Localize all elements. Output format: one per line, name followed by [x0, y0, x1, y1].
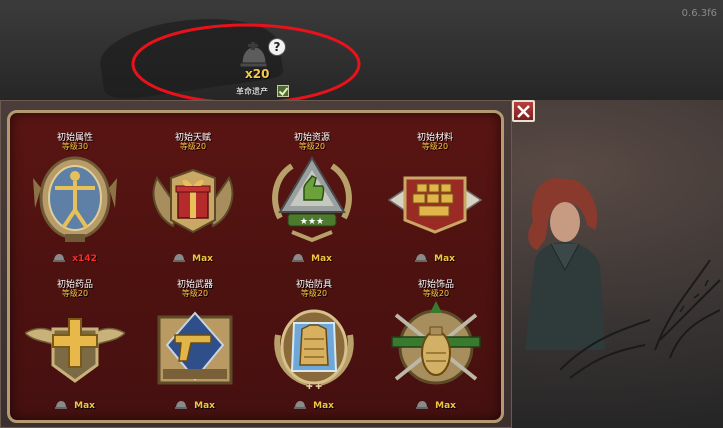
vitruvian-medal-icon [33, 156, 117, 242]
helmet-icon [415, 254, 428, 262]
card-cost: x142 [15, 248, 135, 264]
upgrade-card-accessories[interactable]: 初始饰品 等级20 Max [376, 277, 496, 417]
legacy-checkbox[interactable] [277, 85, 289, 97]
close-icon [517, 105, 530, 118]
helmet-icon [292, 254, 305, 262]
close-button[interactable] [512, 100, 535, 122]
card-cost: Max [252, 248, 372, 264]
medical-cross-medal-icon [25, 318, 125, 383]
barbed-wire-decoration [560, 319, 650, 379]
upgrade-card-armor[interactable]: 初始防具 等级20 ✚ ✚ Max [254, 277, 374, 417]
svg-text:★★★: ★★★ [300, 217, 324, 227]
upgrade-card-resources[interactable]: 初始资源 等级20 ★★★ Max [252, 130, 372, 270]
helmet-icon [294, 401, 307, 409]
gold-bars-medal-icon [387, 176, 483, 234]
gift-medal-icon [152, 168, 234, 234]
helmet-icon [53, 254, 66, 262]
pistol-medal-icon [157, 311, 233, 385]
card-cost: Max [376, 395, 496, 411]
cost-value: Max [194, 400, 215, 411]
upgrade-card-medicine[interactable]: 初始药品 等级20 Max [15, 277, 135, 417]
upgrade-card-talents[interactable]: 初始天赋 等级20 Max [133, 130, 253, 270]
thumbs-up-medal-icon: ★★★ [272, 156, 352, 243]
helmet-icon [55, 401, 68, 409]
revolution-legacy-widget[interactable]: x20 ? 革命遗产 [225, 38, 305, 100]
card-cost: Max [133, 248, 253, 264]
help-icon[interactable]: ? [268, 38, 286, 56]
cost-value: Max [435, 400, 456, 411]
legacy-label: 革命遗产 [236, 87, 268, 96]
cost-value: Max [192, 253, 213, 264]
upgrade-card-weapons[interactable]: 初始武器 等级20 Max [135, 277, 255, 417]
upgrade-card-materials[interactable]: 初始材料 等级20 Max [375, 130, 495, 270]
barbed-wire-decoration [654, 259, 721, 359]
card-cost: Max [15, 395, 135, 411]
cost-value: x142 [72, 253, 97, 264]
cost-value: Max [311, 253, 332, 264]
grenade-medal-icon [391, 301, 481, 385]
checkmark-icon [278, 87, 289, 97]
cost-value: Max [74, 400, 95, 411]
armor-medal-icon: ✚ ✚ [274, 309, 354, 391]
card-cost: Max [375, 248, 495, 264]
cost-value: Max [434, 253, 455, 264]
game-version-label: 0.6.3f6 [681, 8, 717, 19]
svg-text:✚ ✚: ✚ ✚ [306, 382, 322, 391]
upgrade-card-attributes[interactable]: 初始属性 等级30 x142 [15, 130, 135, 270]
legacy-count: x20 [245, 67, 270, 81]
card-cost: Max [254, 395, 374, 411]
cost-value: Max [313, 400, 334, 411]
helmet-icon [416, 401, 429, 409]
helmet-icon [175, 401, 188, 409]
helmet-icon [173, 254, 186, 262]
card-cost: Max [135, 395, 255, 411]
